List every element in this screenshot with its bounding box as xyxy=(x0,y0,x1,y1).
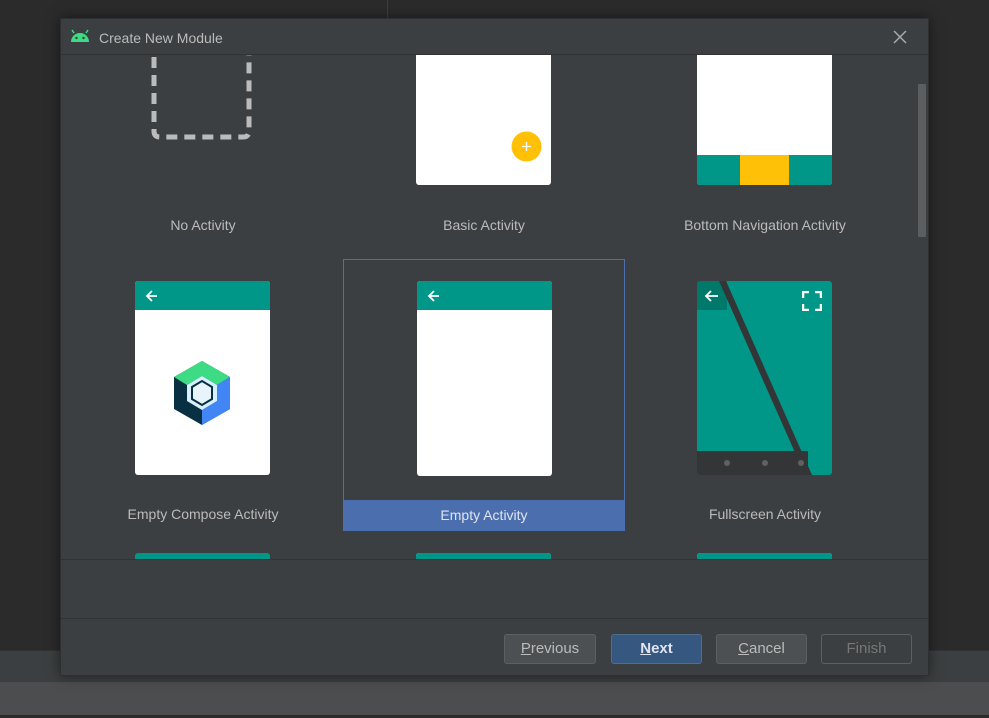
template-label: Basic Activity xyxy=(443,217,525,233)
template-label: Empty Activity xyxy=(344,500,624,531)
description-panel xyxy=(61,559,928,619)
template-gallery: No Activity Basic Activity Bottom Naviga… xyxy=(61,55,916,559)
template-partial-3[interactable] xyxy=(624,531,906,559)
phone-preview xyxy=(135,281,270,475)
template-partial-1[interactable] xyxy=(62,531,344,559)
template-label: Fullscreen Activity xyxy=(708,506,822,522)
background-statusbar xyxy=(0,682,989,715)
template-label: No Activity xyxy=(170,217,236,233)
dialog-title: Create New Module xyxy=(99,30,223,46)
app-bar xyxy=(417,281,552,310)
scrollbar-thumb[interactable] xyxy=(918,84,926,237)
back-arrow-icon xyxy=(145,290,157,302)
phone-preview xyxy=(697,281,832,475)
finish-button[interactable]: Finish xyxy=(821,634,912,664)
next-button[interactable]: Next xyxy=(611,634,702,664)
template-bottom-navigation-activity[interactable]: Bottom Navigation Activity xyxy=(624,55,906,293)
background-divider xyxy=(387,0,388,18)
phone-preview xyxy=(416,55,551,185)
close-icon[interactable] xyxy=(892,29,908,45)
fullscreen-icon xyxy=(802,291,822,311)
create-module-dialog: Create New Module No Activity Basic Acti… xyxy=(60,18,929,676)
bottom-nav-bar xyxy=(697,155,832,185)
back-arrow-icon xyxy=(427,290,439,302)
dashed-placeholder-icon xyxy=(151,55,252,140)
fab-plus-icon xyxy=(511,131,542,162)
template-basic-activity[interactable]: Basic Activity xyxy=(343,55,625,293)
gallery-scrollbar[interactable] xyxy=(916,55,928,559)
template-label: Bottom Navigation Activity xyxy=(684,217,846,233)
phone-preview xyxy=(697,55,832,185)
bottom-nav-selected xyxy=(740,155,789,185)
previous-button[interactable]: Previous xyxy=(504,634,596,664)
phone-preview xyxy=(417,281,552,476)
dialog-titlebar: Create New Module xyxy=(61,19,928,55)
template-fullscreen-activity[interactable]: Fullscreen Activity xyxy=(624,259,906,531)
template-empty-activity[interactable]: Empty Activity xyxy=(343,259,625,531)
cancel-button[interactable]: Cancel xyxy=(716,634,807,664)
template-label: Empty Compose Activity xyxy=(127,506,279,522)
template-empty-compose-activity[interactable]: Empty Compose Activity xyxy=(62,259,344,531)
template-no-activity[interactable]: No Activity xyxy=(62,55,344,293)
compose-logo-icon xyxy=(174,361,230,425)
app-bar xyxy=(135,281,270,310)
android-icon xyxy=(71,29,89,42)
template-partial-2[interactable] xyxy=(343,531,625,559)
